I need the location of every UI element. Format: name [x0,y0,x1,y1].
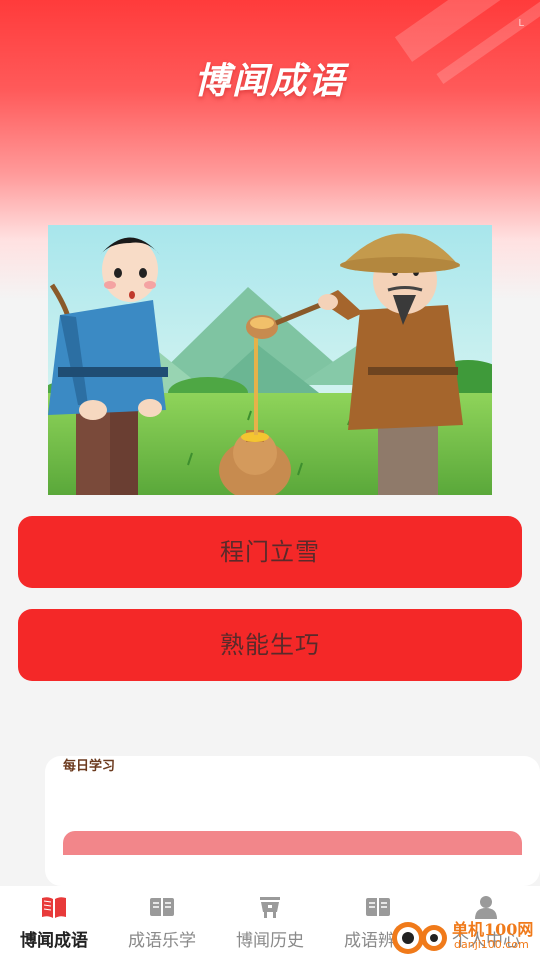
watermark-text: 单机100网 [452,920,534,939]
ding-icon [260,897,280,918]
tab-bowen-idioms[interactable]: 博闻成语 [0,886,108,960]
corner-mark: L [518,18,524,29]
daily-study-title: 每日学习 [63,759,116,774]
idiom-button-1[interactable]: 程门立雪 [18,516,522,588]
book-icon [150,898,174,916]
tab-label: 博闻历史 [236,931,304,951]
daily-study-card[interactable]: 每日学习 [45,756,540,886]
app-title: 博闻成语 [193,61,346,102]
tab-bowen-history[interactable]: 博闻历史 [216,886,324,960]
watermark-logo-icon [392,922,447,954]
watermark: 单机100网 danji100.com [390,912,540,960]
tab-idiom-learning[interactable]: 成语乐学 [108,886,216,960]
idiom-illustration-icon [48,225,492,495]
book-icon [366,898,390,916]
tab-label: 成语乐学 [128,931,196,951]
banner-illustration [48,225,492,495]
daily-study-button[interactable] [63,831,522,855]
tab-label: 博闻成语 [20,931,88,951]
idiom-button-2[interactable]: 熟能生巧 [18,609,522,681]
open-book-icon [42,897,66,918]
watermark-url: danji100.com [454,938,529,951]
